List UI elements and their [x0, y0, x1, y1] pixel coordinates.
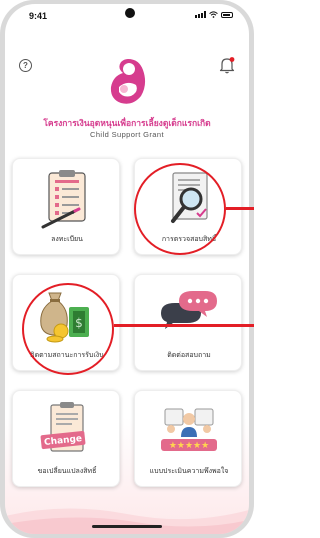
contact-card[interactable]: ติดต่อสอบถาม [134, 274, 242, 371]
notification-bell-icon[interactable] [219, 56, 235, 74]
status-time: 9:41 [29, 11, 48, 21]
wifi-icon [209, 11, 218, 18]
highlight-pointer-eligibility [226, 207, 254, 210]
mother-child-logo [110, 59, 146, 104]
satisfaction-rating-icon: ★★★★★ [161, 408, 217, 451]
svg-text:$: $ [75, 316, 83, 330]
signal-icon [195, 11, 206, 18]
page-title: โครงการเงินอุดหนุนเพื่อการเลี้ยงดูเด็กแร… [43, 118, 211, 128]
change-request-card[interactable]: Change ขอเปลี่ยนแปลงสิทธิ์ [12, 390, 120, 487]
status-bar: 9:41 [5, 4, 249, 28]
bottom-decoration [5, 508, 249, 534]
app-screen: 9:41 ? โครงการเงินอุดหนุนเพื่อการเลี้ยงด… [5, 4, 249, 534]
help-button[interactable]: ? [19, 59, 32, 72]
change-request-label: ขอเปลี่ยนแปลงสิทธิ์ [37, 468, 97, 475]
chat-bubbles-icon [161, 291, 217, 329]
payment-status-label: ติดตามสถานะการรับเงิน [30, 352, 104, 359]
change-request-icon: Change [40, 402, 86, 452]
clipboard-register-icon [41, 170, 86, 229]
home-indicator [92, 525, 162, 528]
page-subtitle: Child Support Grant [90, 130, 164, 139]
register-label: ลงทะเบียน [51, 236, 83, 243]
document-search-icon [171, 172, 208, 223]
payment-status-card[interactable]: $ ติดตามสถานะการรับเงิน [12, 274, 120, 371]
register-card[interactable]: ลงทะเบียน [12, 158, 120, 255]
battery-icon [221, 11, 233, 18]
satisfaction-survey-card[interactable]: ★★★★★ แบบประเมินความพึงพอใจ [134, 390, 242, 487]
status-icons [195, 11, 233, 18]
money-bag-icon: $ [40, 292, 89, 343]
eligibility-check-label: การตรวจสอบสิทธิ์ [161, 236, 217, 243]
phone-frame: 9:41 ? โครงการเงินอุดหนุนเพื่อการเลี้ยงด… [0, 0, 254, 538]
camera-notch [125, 8, 135, 18]
satisfaction-survey-label: แบบประเมินความพึงพอใจ [149, 468, 229, 475]
svg-text:★★★★★: ★★★★★ [169, 441, 209, 451]
contact-label: ติดต่อสอบถาม [167, 352, 211, 359]
highlight-pointer-payment [114, 324, 254, 327]
